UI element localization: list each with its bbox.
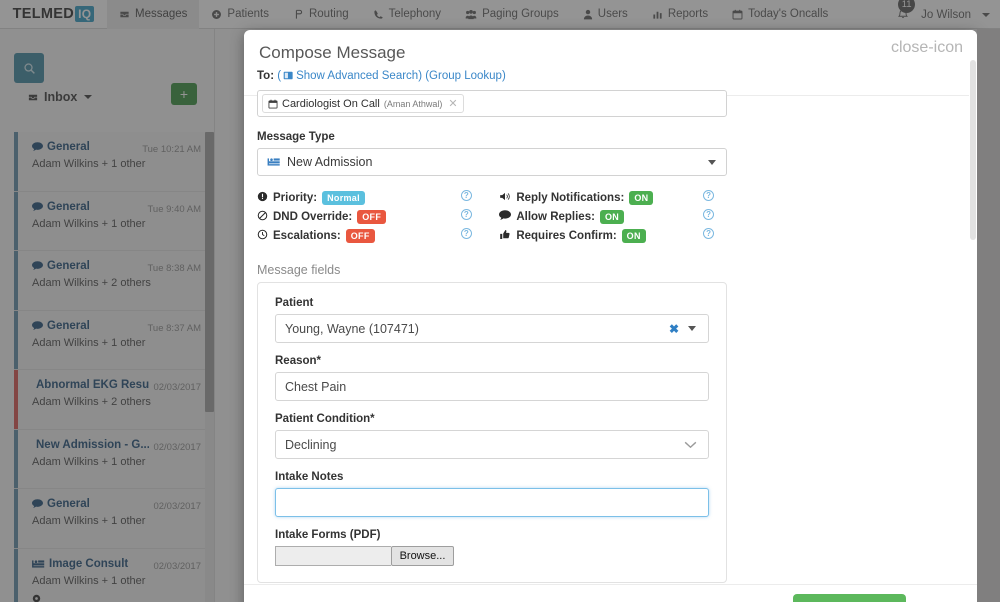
option-label: Allow Replies: xyxy=(516,210,595,223)
to-label: To: xyxy=(257,70,275,82)
escalations-badge[interactable]: OFF xyxy=(345,228,375,243)
help-icon[interactable]: ? xyxy=(460,209,472,220)
message-type-select[interactable]: New Admission xyxy=(257,148,727,176)
compose-form: To: ( Show Advanced Search) (Group Lookup… xyxy=(257,70,727,583)
reply-notifications-badge[interactable]: ON xyxy=(629,190,654,205)
patient-condition-label: Patient Condition* xyxy=(275,413,375,425)
help-row: ? xyxy=(460,189,500,208)
dialog-body: To: ( Show Advanced Search) (Group Lookup… xyxy=(244,30,977,602)
volume-icon xyxy=(499,191,511,205)
recipients-input[interactable]: Cardiologist On Call (Aman Athwal) ✕ xyxy=(257,90,727,117)
remove-recipient-icon[interactable]: ✕ xyxy=(448,97,457,110)
message-options: Priority: Normal DND Override: OFF Escal… xyxy=(257,189,727,246)
option-label: Escalations: xyxy=(273,229,341,242)
intake-forms-file-input[interactable]: Browse... xyxy=(275,546,709,566)
options-left-column: Priority: Normal DND Override: OFF Escal… xyxy=(257,189,461,246)
message-type-label: Message Type xyxy=(257,131,335,143)
patient-condition-select[interactable]: Declining xyxy=(275,430,709,459)
allow-replies-badge[interactable]: ON xyxy=(599,209,625,224)
dialog-footer: Send message Cancel xyxy=(244,584,977,602)
calendar-icon xyxy=(268,99,278,108)
dialog-scrollbar[interactable] xyxy=(969,30,977,602)
advanced-search-icon xyxy=(283,70,294,84)
to-paren-mid: ) ( xyxy=(418,70,430,82)
to-paren-close: ) xyxy=(501,70,506,82)
requires-confirm-badge[interactable]: ON xyxy=(621,228,646,243)
clock-icon xyxy=(257,229,268,243)
option-label: Reply Notifications: xyxy=(516,191,625,204)
help-icon[interactable]: ? xyxy=(703,209,715,220)
help-row: ? xyxy=(460,227,500,246)
help-right-column: ? ? ? xyxy=(703,189,727,246)
reason-label: Reason* xyxy=(275,355,322,367)
message-type-value: New Admission xyxy=(287,155,373,169)
escalations-option[interactable]: Escalations: OFF xyxy=(257,227,461,244)
chevron-down-icon xyxy=(708,159,716,165)
recipient-chip[interactable]: Cardiologist On Call (Aman Athwal) ✕ xyxy=(262,94,464,113)
bed-icon xyxy=(267,157,281,167)
recipient-person: (Aman Athwal) xyxy=(383,98,443,109)
help-row: ? xyxy=(460,208,500,227)
option-label: Priority: xyxy=(273,191,318,204)
patient-select[interactable]: Young, Wayne (107471) ✖ xyxy=(275,314,709,343)
browse-button[interactable]: Browse... xyxy=(391,546,454,566)
scrollbar-thumb[interactable] xyxy=(970,60,976,240)
chevron-down-icon xyxy=(680,435,700,455)
page-scrollbar[interactable] xyxy=(977,29,1000,602)
comment-icon xyxy=(499,209,512,224)
reason-input[interactable]: Chest Pain xyxy=(275,372,709,401)
intake-forms-label: Intake Forms (PDF) xyxy=(275,529,381,541)
requires-confirm-option[interactable]: Requires Confirm: ON xyxy=(499,227,703,244)
option-label: Requires Confirm: xyxy=(516,229,617,242)
group-lookup-link[interactable]: Group Lookup xyxy=(429,70,502,82)
help-icon[interactable]: ? xyxy=(460,228,472,239)
intake-notes-label: Intake Notes xyxy=(275,471,344,483)
chevron-down-icon xyxy=(688,326,696,331)
message-fields-group: Patient Young, Wayne (107471) ✖ Reason* … xyxy=(257,282,727,583)
help-row: ? xyxy=(703,189,727,208)
priority-badge[interactable]: Normal xyxy=(322,190,365,205)
help-icon[interactable]: ? xyxy=(703,190,715,201)
file-name-display xyxy=(275,546,391,566)
reply-notifications-option[interactable]: Reply Notifications: ON xyxy=(499,189,703,206)
message-fields-title: Message fields xyxy=(257,263,341,277)
ban-icon xyxy=(257,210,268,224)
allow-replies-option[interactable]: Allow Replies: ON xyxy=(499,208,703,225)
to-field-label: To: ( Show Advanced Search) (Group Lookup… xyxy=(257,70,727,84)
dnd-override-badge[interactable]: OFF xyxy=(357,209,387,224)
thumbs-up-icon xyxy=(499,229,511,243)
help-left-column: ? ? ? xyxy=(460,189,500,246)
help-icon[interactable]: ? xyxy=(703,228,715,239)
priority-option[interactable]: Priority: Normal xyxy=(257,189,461,206)
to-paren-open: ( xyxy=(277,70,282,82)
send-message-button[interactable]: Send message xyxy=(792,593,907,602)
patient-label: Patient xyxy=(275,297,314,309)
patient-value: Young, Wayne (107471) xyxy=(285,321,419,336)
exclamation-circle-icon xyxy=(257,191,268,205)
options-right-column: Reply Notifications: ON Allow Replies: O… xyxy=(499,189,703,246)
show-advanced-search-link[interactable]: Show Advanced Search xyxy=(296,70,418,82)
option-label: DND Override: xyxy=(273,210,353,223)
intake-notes-input[interactable] xyxy=(275,488,709,517)
recipient-name: Cardiologist On Call xyxy=(282,97,380,110)
dnd-override-option[interactable]: DND Override: OFF xyxy=(257,208,461,225)
help-row: ? xyxy=(703,227,727,246)
app-root: TELMEDIQ Messages Patients Routing Tele xyxy=(0,0,1000,602)
compose-message-dialog: Compose Message close-icon To: (Show Adv… xyxy=(244,30,977,602)
help-icon[interactable]: ? xyxy=(460,190,472,201)
clear-patient-icon[interactable]: ✖ xyxy=(669,322,679,336)
patient-condition-value: Declining xyxy=(285,437,337,452)
help-row: ? xyxy=(703,208,727,227)
reason-value: Chest Pain xyxy=(285,379,347,394)
